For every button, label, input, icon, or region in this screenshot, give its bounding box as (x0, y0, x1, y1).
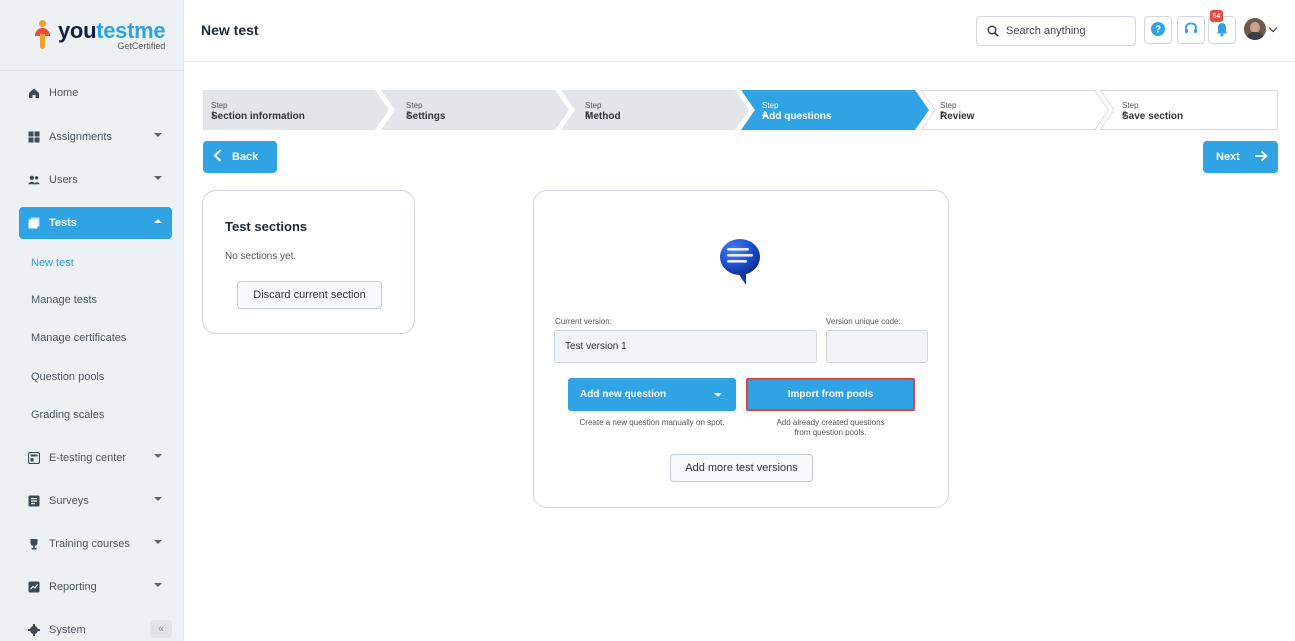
test-sections-empty-text: No sections yet. (225, 251, 297, 262)
sidebar-item-users[interactable]: Users (19, 164, 172, 196)
page-title: New test (201, 22, 259, 38)
unique-code-field[interactable] (826, 330, 928, 363)
sidebar-divider (0, 70, 184, 71)
sidebar-item-tests[interactable]: Tests (19, 207, 172, 239)
users-icon (28, 174, 40, 186)
sidebar: youtestme GetCertified Home Assignments … (0, 0, 184, 641)
sidebar-collapse-button[interactable]: « (150, 620, 172, 638)
home-icon (28, 87, 40, 99)
current-version-field[interactable]: Test version 1 (554, 330, 817, 363)
chevron-down-icon (154, 497, 162, 501)
import-from-pools-button[interactable]: Import from pools (746, 378, 915, 411)
wizard-stepper: Step 1 Section information Step 2 Settin… (203, 90, 1278, 130)
chevron-down-icon (154, 133, 162, 137)
step-name: Add questions (762, 111, 832, 122)
sidebar-item-label: Training courses (49, 538, 130, 550)
test-sections-title: Test sections (225, 219, 308, 234)
sidebar-item-label: Home (49, 87, 79, 99)
sidebar-item-label: Assignments (49, 131, 112, 143)
sidebar-item-assignments[interactable]: Assignments (19, 121, 172, 153)
assignments-icon (28, 131, 40, 143)
logo-icon (34, 20, 52, 50)
sidebar-item-label: Users (49, 174, 78, 186)
bell-icon (1214, 21, 1230, 40)
next-button[interactable]: Next (1203, 141, 1278, 173)
sidebar-item-label: Tests (49, 217, 77, 229)
current-version-label: Current version: (555, 317, 612, 326)
next-label: Next (1216, 151, 1240, 163)
notification-badge: 64 (1210, 10, 1223, 22)
trophy-icon (28, 538, 40, 550)
top-header: New test Search anything ? (184, 0, 1295, 62)
discard-section-button[interactable]: Discard current section (237, 281, 382, 309)
e-testing-icon (28, 452, 40, 464)
sidebar-item-home[interactable]: Home (19, 77, 172, 109)
step-name: Method (585, 111, 621, 122)
chevron-up-icon (154, 219, 162, 223)
step-name: Settings (406, 111, 446, 122)
step-name: Section information (211, 111, 305, 122)
unique-code-label: Version unique code: (826, 317, 901, 326)
surveys-icon (28, 495, 40, 507)
add-more-versions-button[interactable]: Add more test versions (670, 454, 813, 482)
sidebar-item-label: E-testing center (49, 452, 127, 464)
back-label: Back (232, 151, 259, 163)
search-icon (987, 25, 999, 37)
sidebar-subitem-manage-tests[interactable]: Manage tests (31, 294, 97, 306)
headset-icon (1183, 21, 1199, 40)
chevron-down-icon (154, 540, 162, 544)
test-sections-card: Test sections No sections yet. Discard c… (202, 190, 415, 334)
brand-tagline: GetCertified (117, 41, 166, 51)
sidebar-subitem-question-pools[interactable]: Question pools (31, 371, 104, 383)
search-input[interactable]: Search anything (976, 16, 1136, 46)
add-new-question-hint: Create a new question manually on spot. (579, 418, 725, 427)
brand-name: youtestme (58, 18, 166, 43)
sidebar-item-label: Surveys (49, 495, 89, 507)
step-name: Review (940, 111, 975, 122)
sidebar-item-label: Reporting (49, 581, 97, 593)
arrow-right-icon (1254, 149, 1268, 165)
search-placeholder: Search anything (1006, 25, 1086, 37)
help-button[interactable]: ? (1144, 16, 1172, 44)
sidebar-item-reporting[interactable]: Reporting (19, 571, 172, 603)
sidebar-subitem-new-test[interactable]: New test (31, 257, 74, 269)
chat-bubble-icon (716, 235, 764, 285)
add-new-question-button[interactable]: Add new question (568, 378, 736, 411)
sidebar-item-training-courses[interactable]: Training courses (19, 528, 172, 560)
sidebar-item-surveys[interactable]: Surveys (19, 485, 172, 517)
brand-logo[interactable]: youtestme GetCertified (34, 18, 166, 51)
chevron-down-icon (154, 176, 162, 180)
add-new-question-label: Add new question (580, 389, 667, 400)
sidebar-item-e-testing-center[interactable]: E-testing center (19, 442, 172, 474)
chevron-down-icon (154, 454, 162, 458)
back-button[interactable]: Back (203, 141, 277, 173)
svg-text:?: ? (1155, 24, 1161, 35)
chevron-down-icon (714, 393, 722, 397)
help-icon: ? (1150, 21, 1166, 40)
add-questions-card: Current version: Test version 1 Version … (533, 190, 949, 508)
support-button[interactable] (1177, 16, 1205, 44)
reporting-icon (28, 581, 40, 593)
avatar[interactable] (1244, 18, 1266, 40)
gear-icon (28, 624, 40, 636)
chevron-down-icon (154, 583, 162, 587)
chevron-left-icon (213, 149, 222, 165)
tests-icon (28, 217, 40, 229)
sidebar-subitem-grading-scales[interactable]: Grading scales (31, 409, 104, 421)
sidebar-subitem-manage-certificates[interactable]: Manage certificates (31, 332, 126, 344)
sidebar-item-label: System (49, 624, 86, 636)
import-from-pools-hint: Add already created questions from quest… (776, 418, 885, 437)
step-name: Save section (1122, 111, 1184, 122)
